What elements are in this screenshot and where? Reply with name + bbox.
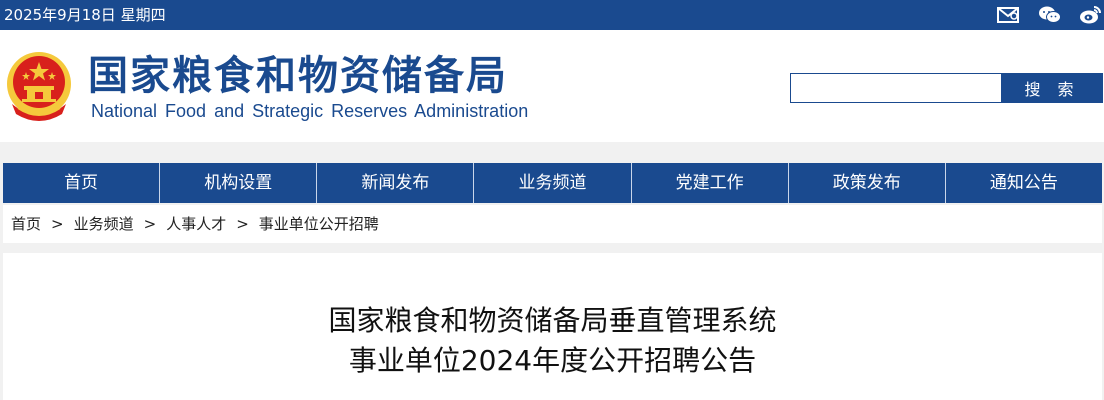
nav-item-party-building[interactable]: 党建工作 (632, 163, 789, 203)
site-title-english[interactable]: National Food and Strategic Reserves Adm… (91, 100, 528, 122)
main-nav: 首页 机构设置 新闻发布 业务频道 党建工作 政策发布 通知公告 (3, 163, 1102, 203)
site-title-chinese[interactable]: 国家粮食和物资储备局 (88, 52, 508, 100)
nav-item-policy[interactable]: 政策发布 (789, 163, 946, 203)
nav-item-news[interactable]: 新闻发布 (317, 163, 475, 203)
breadcrumb: 首页 > 业务频道 > 人事人才 > 事业单位公开招聘 (3, 205, 1102, 243)
search-button[interactable]: 搜 索 (1001, 73, 1103, 103)
site-header: 国家粮食和物资储备局 National Food and Strategic R… (0, 30, 1104, 142)
nav-item-organization[interactable]: 机构设置 (160, 163, 318, 203)
article-container: 国家粮食和物资储备局垂直管理系统 事业单位2024年度公开招聘公告 (3, 253, 1102, 400)
national-emblem-icon[interactable] (4, 48, 74, 124)
search-input[interactable] (790, 73, 1002, 103)
breadcrumb-item-current[interactable]: 事业单位公开招聘 (259, 215, 379, 233)
breadcrumb-item-home[interactable]: 首页 (11, 215, 41, 233)
mail-icon[interactable] (997, 4, 1021, 26)
breadcrumb-separator: > (143, 215, 157, 233)
breadcrumb-separator: > (51, 215, 64, 233)
article-title-line1: 国家粮食和物资储备局垂直管理系统 (328, 304, 777, 337)
top-bar: 2025年9月18日 星期四 (0, 0, 1104, 30)
nav-item-business[interactable]: 业务频道 (474, 163, 632, 203)
weibo-icon[interactable] (1079, 4, 1103, 26)
breadcrumb-item-hr[interactable]: 人事人才 (166, 215, 226, 233)
nav-item-notices[interactable]: 通知公告 (946, 163, 1102, 203)
nav-item-home[interactable]: 首页 (3, 163, 161, 203)
breadcrumb-separator: > (236, 215, 249, 233)
breadcrumb-item-business[interactable]: 业务频道 (74, 215, 134, 233)
current-date: 2025年9月18日 星期四 (4, 6, 166, 24)
article-title-line2: 事业单位2024年度公开招聘公告 (348, 344, 757, 377)
wechat-icon[interactable] (1038, 4, 1062, 26)
